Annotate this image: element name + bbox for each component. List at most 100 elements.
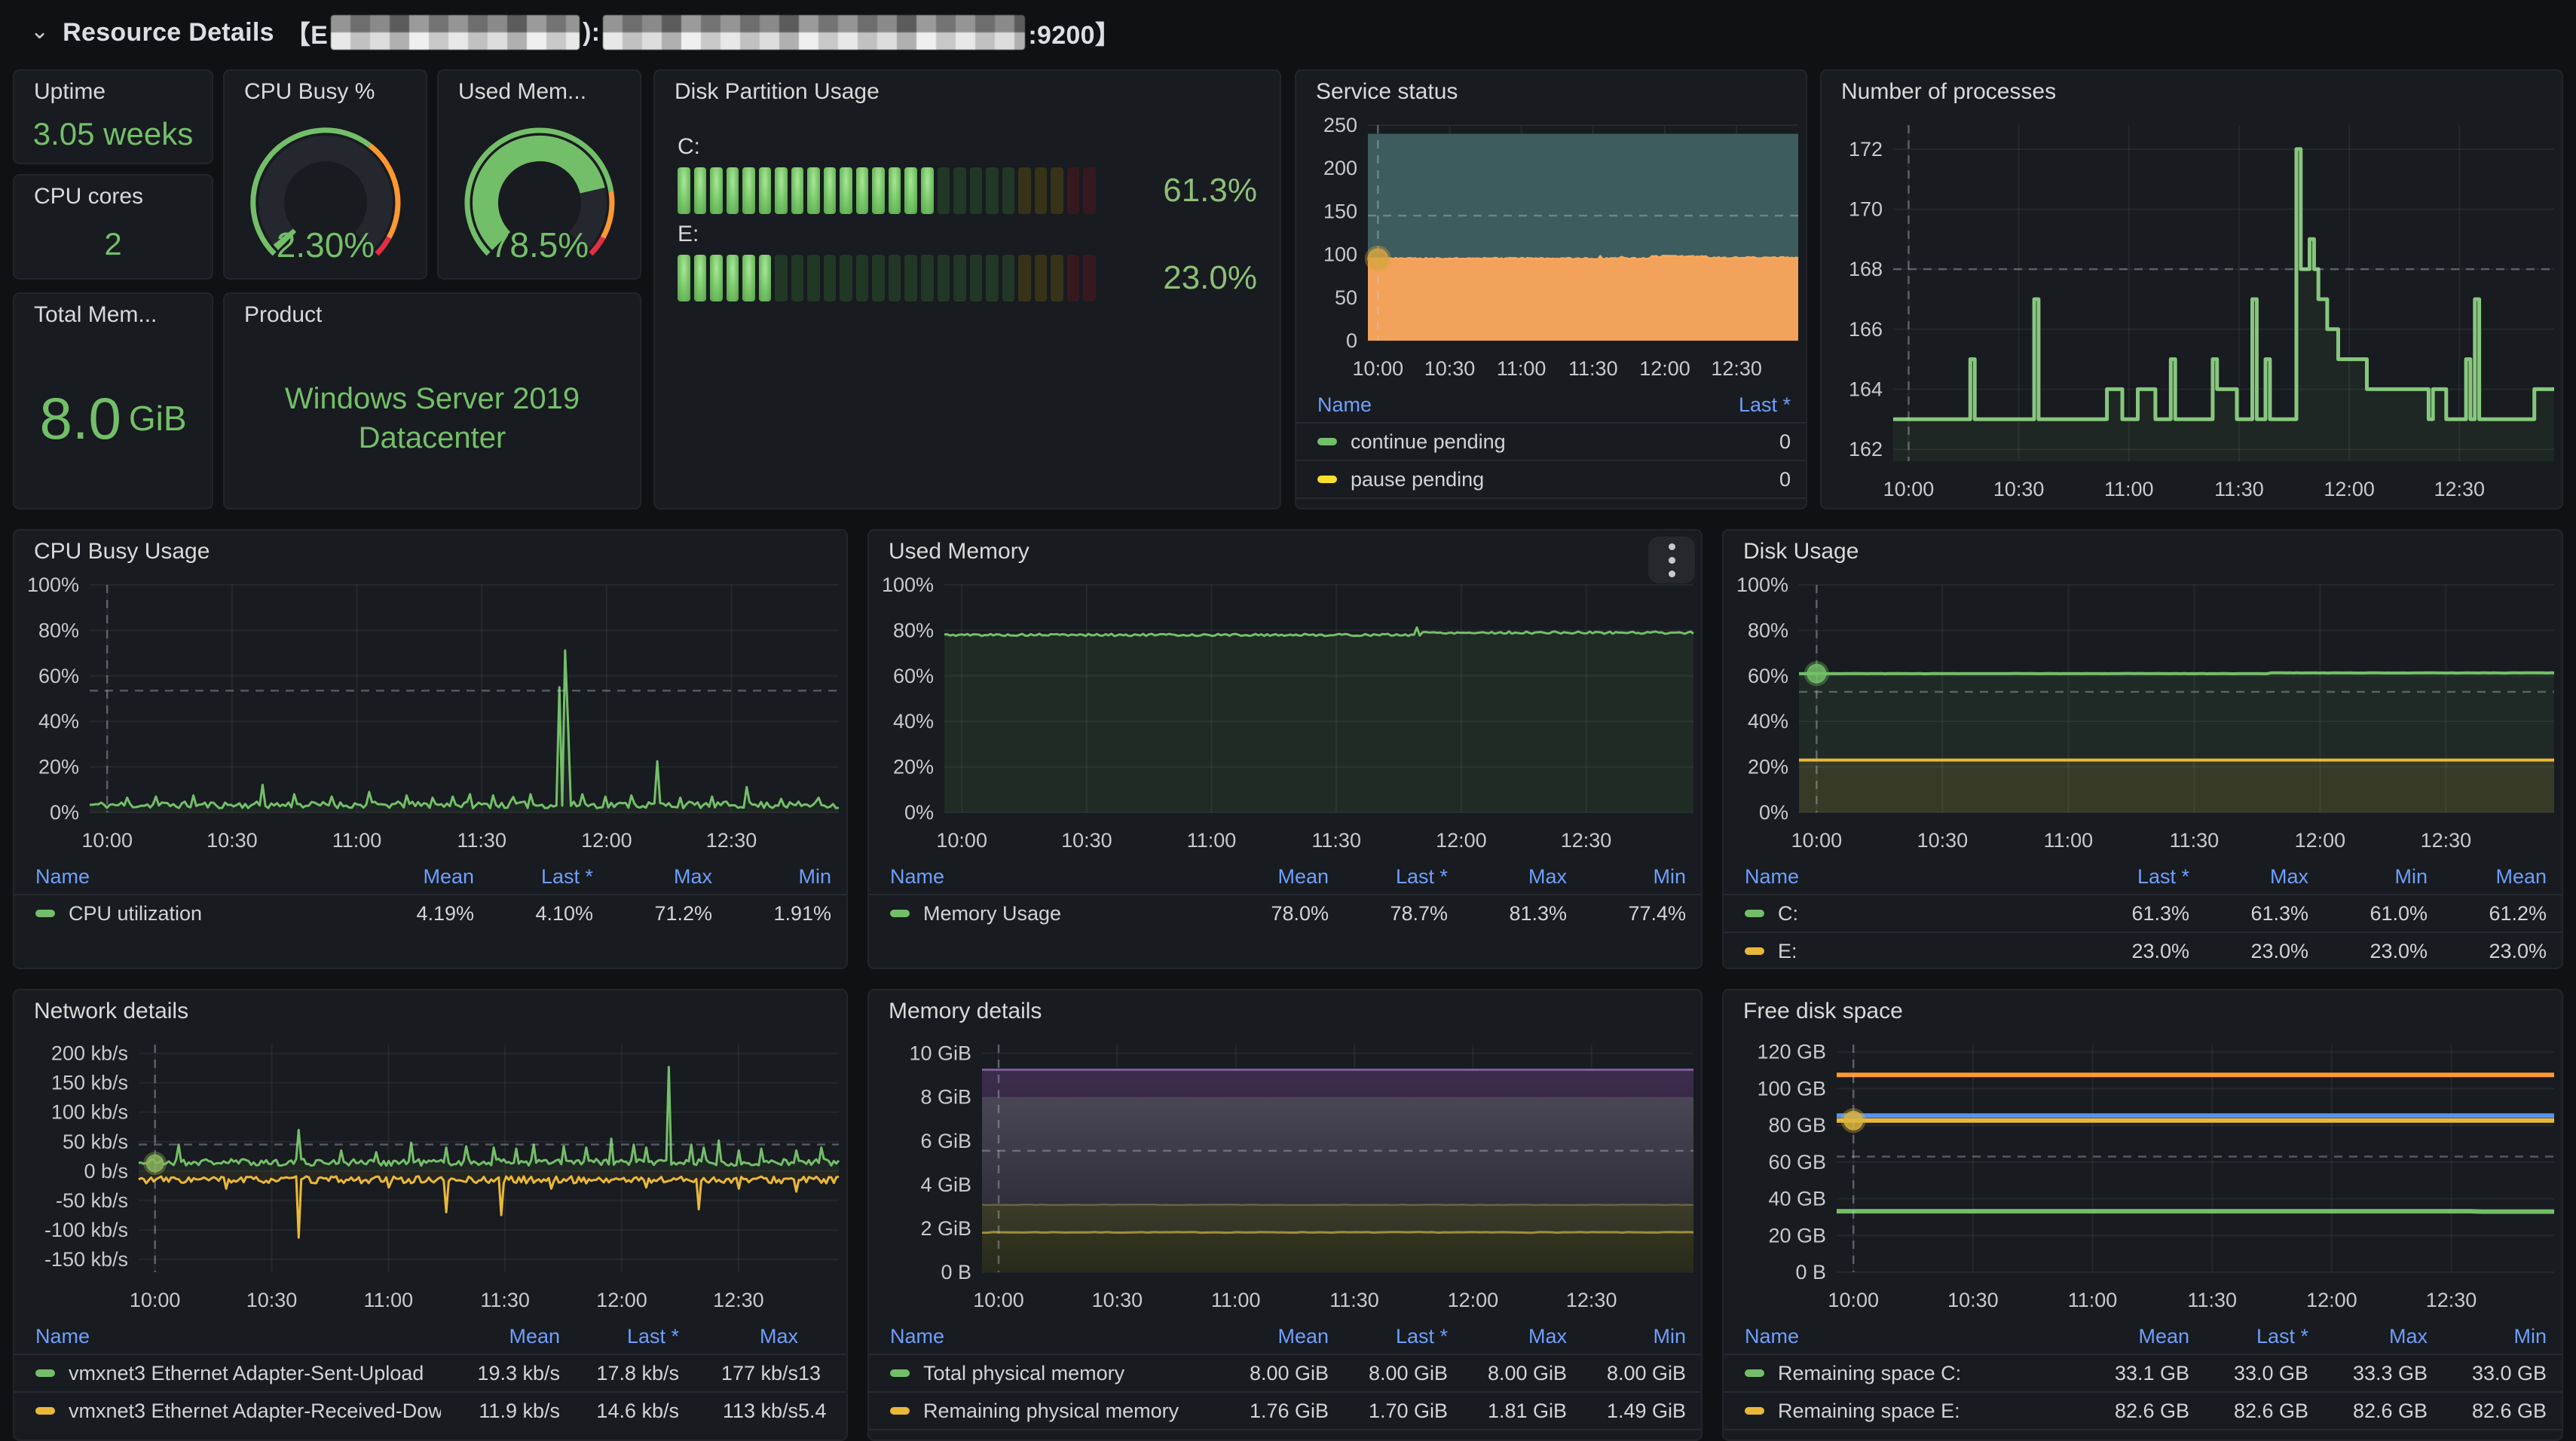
network-chart[interactable]: 10:0010:3011:0011:3012:0012:30200 kb/s15… (14, 1033, 846, 1319)
svg-text:78.5%: 78.5% (490, 225, 588, 265)
row-title[interactable]: Resource Details 【E ): :9200】 (63, 14, 1121, 51)
panel-title[interactable]: CPU cores (14, 176, 212, 218)
legend-row[interactable]: Remaining physical memory1.76 GiB1.70 Gi… (869, 1391, 1701, 1429)
panel-title[interactable]: Free disk space (1724, 990, 2562, 1033)
series-name[interactable]: vmxnet3 Ethernet Adapter-Sent-Upload (69, 1362, 441, 1385)
series-name[interactable]: pause pending (1351, 468, 1672, 491)
legend-row[interactable]: Memory Usage78.0%78.7%81.3%77.4% (869, 894, 1701, 932)
network-legend: NameMeanLast *Max vmxnet3 Ethernet Adapt… (14, 1319, 846, 1429)
svg-text:60%: 60% (38, 665, 79, 687)
legend-col[interactable]: Mean (2070, 1325, 2189, 1348)
legend-row[interactable]: vmxnet3 Ethernet Adapter-Received-Downlo… (14, 1391, 846, 1429)
series-name[interactable]: C: (1778, 902, 2070, 925)
legend-col[interactable]: Mean (1210, 1325, 1329, 1348)
series-name[interactable]: paused (1351, 506, 1672, 510)
series-name[interactable]: Total space C: (1778, 1437, 2070, 1441)
legend-row[interactable]: Remaining space C:33.1 GB33.0 GB33.3 GB3… (1724, 1354, 2562, 1391)
legend-header: NameMeanLast *MaxMin (869, 859, 1701, 894)
legend-row[interactable]: C:61.3%61.3%61.0%61.2% (1724, 894, 2562, 932)
panel-title[interactable]: Product (225, 294, 640, 336)
collapse-row-icon[interactable]: ⌄ (30, 18, 49, 44)
series-value: 177 kb/s (679, 1362, 798, 1385)
series-name[interactable]: Remaining space C: (1778, 1362, 2070, 1385)
series-name[interactable]: Virtual memory (923, 1437, 1210, 1441)
legend-col[interactable]: Last * (1329, 1325, 1448, 1348)
legend-col[interactable]: Max (1448, 1325, 1567, 1348)
legend-row[interactable]: paused0 (1296, 497, 1806, 509)
panel-title[interactable]: Disk Partition Usage (655, 71, 1280, 113)
panel-title[interactable]: Memory details (869, 990, 1701, 1033)
legend-col-name[interactable]: Name (890, 865, 1210, 889)
series-value: 9.25 GiB (1210, 1437, 1329, 1441)
svg-text:11:00: 11:00 (2104, 478, 2154, 500)
cpu-busy-chart[interactable]: 10:0010:3011:0011:3012:0012:300%20%40%60… (14, 573, 846, 859)
legend-col[interactable]: Mean (2428, 865, 2547, 889)
series-name[interactable]: CPU utilization (69, 902, 355, 925)
legend-col-name[interactable]: Name (35, 865, 355, 889)
legend-col[interactable]: Min (1567, 1325, 1686, 1348)
legend-col[interactable]: Mean (441, 1325, 560, 1348)
legend-row[interactable]: vmxnet3 Ethernet Adapter-Sent-Upload19.3… (14, 1354, 846, 1391)
panel-title[interactable]: Used Mem... (439, 71, 640, 113)
legend-col[interactable]: Last * (560, 1325, 679, 1348)
legend-col[interactable]: Max (679, 1325, 798, 1348)
legend-row[interactable]: Virtual memory9.25 GiB9.25 GiB9.25 GiB9.… (869, 1429, 1701, 1441)
legend-col[interactable]: Last * (474, 865, 593, 889)
legend-col[interactable]: Min (1567, 865, 1686, 889)
panel-title[interactable]: Network details (14, 990, 846, 1033)
processes-chart[interactable]: 10:0010:3011:0011:3012:0012:301621641661… (1822, 113, 2562, 508)
legend-col[interactable]: Last * (2189, 1325, 2308, 1348)
panel-title[interactable]: Used Memory (869, 531, 1701, 573)
free-disk-chart[interactable]: 10:0010:3011:0011:3012:0012:300 B20 GB40… (1724, 1033, 2562, 1319)
panel-title[interactable]: Uptime (14, 71, 212, 113)
legend-col[interactable]: Last * (1672, 393, 1791, 417)
used-memory-chart[interactable]: 10:0010:3011:0011:3012:0012:300%20%40%60… (869, 573, 1701, 859)
service-status-chart[interactable]: 10:0010:3011:0011:3012:0012:300501001502… (1296, 113, 1806, 387)
legend-col-name[interactable]: Name (1317, 393, 1672, 417)
legend-col[interactable]: Last * (2070, 865, 2189, 889)
legend-col[interactable]: Max (593, 865, 712, 889)
legend-col[interactable]: Last * (1329, 865, 1448, 889)
series-name[interactable]: Total physical memory (923, 1362, 1210, 1385)
svg-text:10:00: 10:00 (1791, 829, 1843, 852)
disk-usage-chart[interactable]: 10:0010:3011:0011:3012:0012:300%20%40%60… (1724, 573, 2562, 859)
memory-details-chart[interactable]: 10:0010:3011:0011:3012:0012:300 B2 GiB4 … (869, 1033, 1701, 1319)
legend-col[interactable]: Min (712, 865, 831, 889)
legend-col[interactable]: Min (2428, 1325, 2547, 1348)
series-name[interactable]: Memory Usage (923, 902, 1210, 925)
partition-usage-value: 23.0% (1114, 259, 1257, 297)
legend-col-name[interactable]: Name (35, 1325, 441, 1348)
memory-details-legend: NameMeanLast *MaxMin Total physical memo… (869, 1319, 1701, 1441)
legend-row[interactable]: CPU utilization4.19%4.10%71.2%1.91% (14, 894, 846, 932)
series-name[interactable]: vmxnet3 Ethernet Adapter-Received-Downlo… (69, 1400, 441, 1423)
legend-row[interactable]: Remaining space E:82.6 GB82.6 GB82.6 GB8… (1724, 1391, 2562, 1429)
panel-title[interactable]: Disk Usage (1724, 531, 2562, 573)
series-name[interactable]: Remaining physical memory (923, 1400, 1210, 1423)
panel-title[interactable]: Number of processes (1822, 71, 2562, 113)
series-name[interactable]: E: (1778, 940, 2070, 963)
legend-row[interactable]: Total physical memory8.00 GiB8.00 GiB8.0… (869, 1354, 1701, 1391)
legend-col[interactable]: Max (1448, 865, 1567, 889)
series-name[interactable]: continue pending (1351, 430, 1672, 454)
panel-title[interactable]: CPU Busy % (225, 71, 426, 113)
legend-col[interactable]: Mean (355, 865, 474, 889)
panel-title[interactable]: Service status (1296, 71, 1806, 113)
legend-row[interactable]: continue pending0 (1296, 422, 1806, 460)
legend-header: NameMeanLast *MaxMin (14, 859, 846, 894)
legend-col-name[interactable]: Name (1745, 865, 2070, 889)
series-value: 23.0% (2070, 940, 2189, 963)
panel-title[interactable]: CPU Busy Usage (14, 531, 846, 573)
legend-col[interactable]: Min (2308, 865, 2428, 889)
svg-text:12:30: 12:30 (1561, 829, 1612, 852)
legend-row[interactable]: pause pending0 (1296, 460, 1806, 497)
legend-col-name[interactable]: Name (1745, 1325, 2070, 1348)
legend-col[interactable]: Max (2189, 865, 2308, 889)
legend-row[interactable]: Total space C:85.3 GB85.3 GB85.3 GB85.3 … (1724, 1429, 2562, 1441)
legend-col[interactable]: Mean (1210, 865, 1329, 889)
series-value: 8.00 GiB (1448, 1362, 1567, 1385)
series-name[interactable]: Remaining space E: (1778, 1400, 2070, 1423)
legend-row[interactable]: E:23.0%23.0%23.0%23.0% (1724, 932, 2562, 969)
legend-col-name[interactable]: Name (890, 1325, 1210, 1348)
panel-title[interactable]: Total Mem... (14, 294, 212, 336)
legend-col[interactable]: Max (2308, 1325, 2428, 1348)
